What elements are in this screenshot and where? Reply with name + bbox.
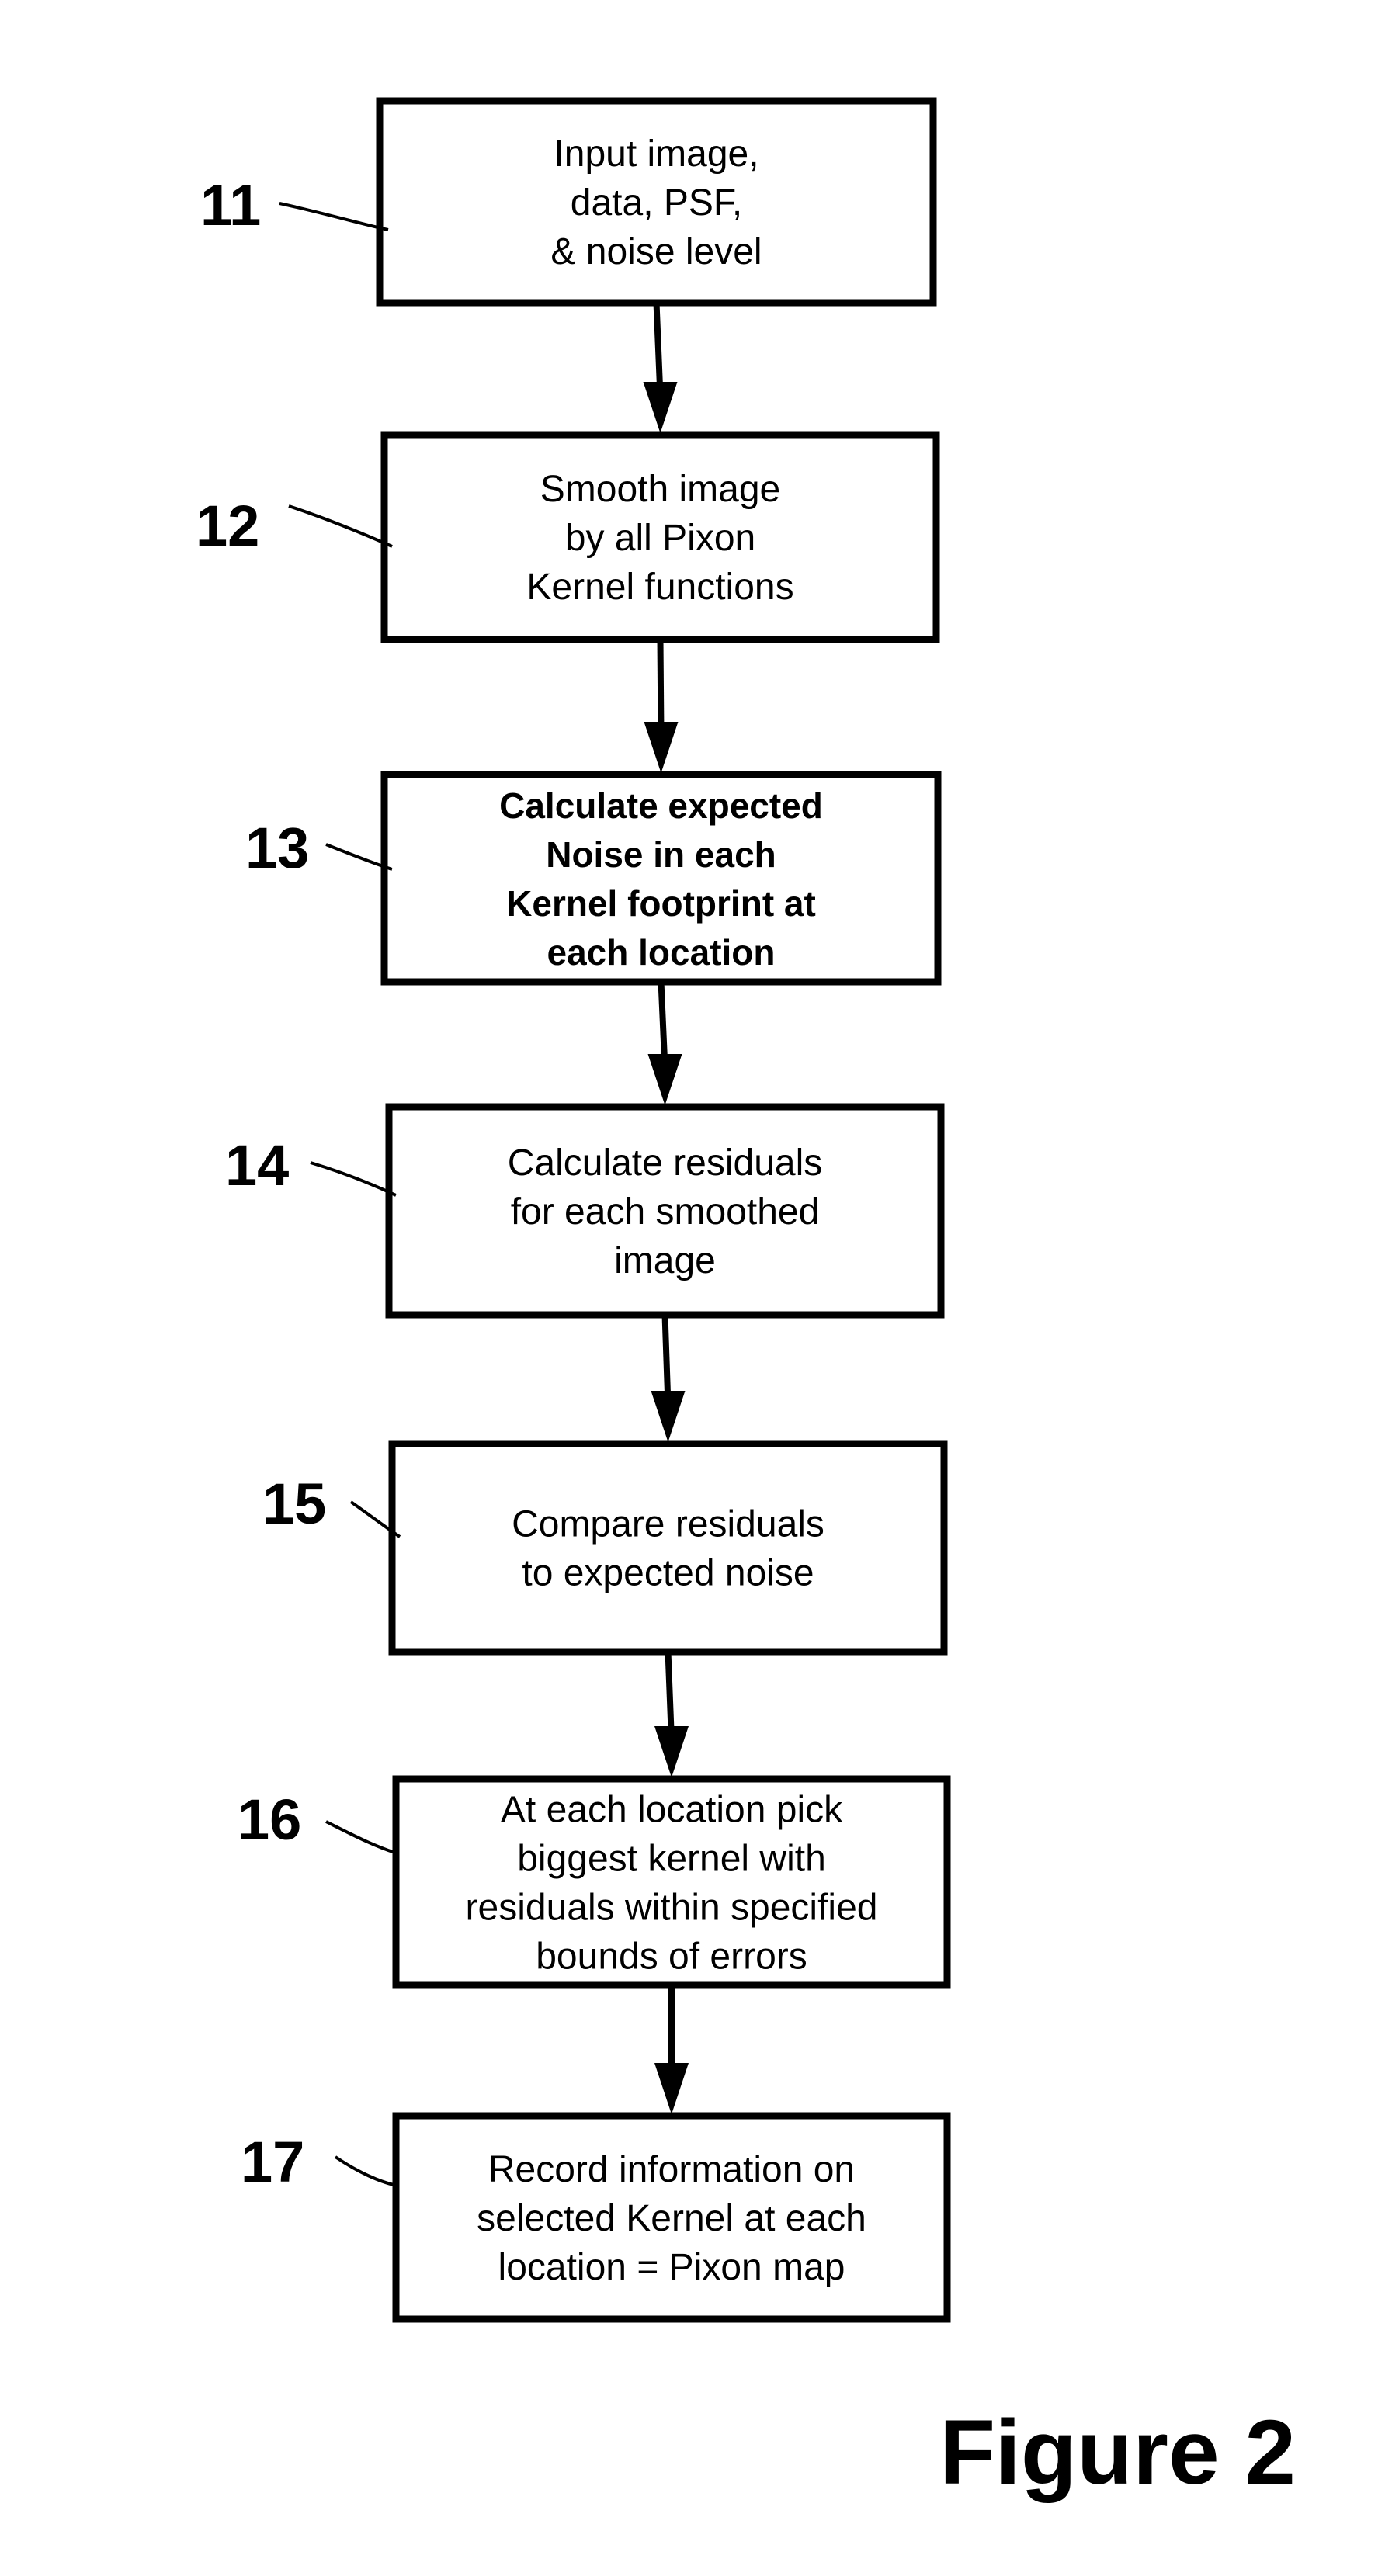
arrow-12-to-13	[644, 639, 679, 773]
step-text-line: each location	[547, 932, 776, 973]
step-text-line: Record information on	[488, 2149, 855, 2190]
arrow-13-to-14	[647, 981, 682, 1105]
step-text-line: location = Pixon map	[498, 2247, 845, 2288]
process-step-16: At each location pick biggest kernel with…	[238, 1775, 951, 1989]
step-text-line: selected Kernel at each	[477, 2198, 866, 2239]
arrow-head-icon	[654, 2063, 689, 2114]
arrow-15-to-16	[654, 1651, 689, 1777]
reference-numeral: 15	[262, 1472, 326, 1536]
arrow-head-icon	[651, 1391, 686, 1442]
step-text-line: bounds of errors	[536, 1936, 807, 1978]
arrow-14-to-15	[651, 1314, 686, 1442]
leader-line	[310, 1161, 397, 1197]
arrow-head-icon	[643, 382, 678, 433]
step-text-line: residuals within specified	[466, 1888, 878, 1929]
process-step-12: Smooth image by all Pixon Kernel functions…	[196, 431, 940, 643]
process-step-11: Input image, data, PSF, & noise level 11	[200, 97, 937, 307]
figure-caption: Figure 2	[939, 2401, 1296, 2504]
reference-numeral: 11	[200, 173, 261, 237]
step-text-line: Smooth image	[540, 469, 781, 510]
reference-numeral: 16	[238, 1787, 301, 1852]
arrow-16-to-17	[654, 1985, 689, 2114]
arrow-head-icon	[654, 1726, 689, 1777]
arrow-11-to-12	[643, 302, 678, 433]
reference-numeral: 12	[196, 494, 259, 558]
process-step-17: Record information on selected Kernel at …	[241, 2112, 951, 2323]
step-text-line: for each smoothed	[511, 1191, 820, 1233]
reference-numeral: 17	[241, 2130, 304, 2194]
step-text-line: Noise in each	[546, 834, 776, 875]
step-text-line: by all Pixon	[565, 518, 755, 559]
step-text-line: Calculate residuals	[508, 1142, 823, 1184]
reference-numeral: 13	[245, 816, 309, 880]
step-text-line: Input image,	[554, 133, 758, 175]
step-text-line: data, PSF,	[571, 182, 742, 224]
leader-line	[325, 1820, 398, 1855]
step-box	[388, 1440, 948, 1656]
step-text-line: Kernel footprint at	[506, 883, 816, 924]
leader-line	[334, 2155, 398, 2187]
process-step-13: Calculate expected Noise in each Kernel fo…	[245, 771, 942, 986]
step-text-line: Calculate expected	[499, 785, 823, 826]
leader-line	[288, 504, 393, 548]
arrow-head-icon	[644, 722, 679, 773]
step-text-line: biggest kernel with	[517, 1839, 826, 1880]
step-text-line: At each location pick	[501, 1790, 843, 1831]
step-text-line: image	[614, 1240, 716, 1281]
leader-line	[279, 202, 389, 231]
step-text-line: Compare residuals	[512, 1504, 824, 1545]
step-text-line: to expected noise	[522, 1553, 814, 1594]
process-step-14: Calculate residuals for each smoothed imag…	[225, 1103, 945, 1319]
process-step-15: Compare residuals to expected noise 15	[262, 1440, 948, 1656]
reference-numeral: 14	[225, 1133, 289, 1198]
step-text-line: & noise level	[550, 231, 762, 272]
step-text-line: Kernel functions	[526, 567, 793, 608]
flowchart: Input image, data, PSF, & noise level 11 Smo…	[196, 97, 1296, 2504]
arrow-head-icon	[647, 1054, 682, 1105]
